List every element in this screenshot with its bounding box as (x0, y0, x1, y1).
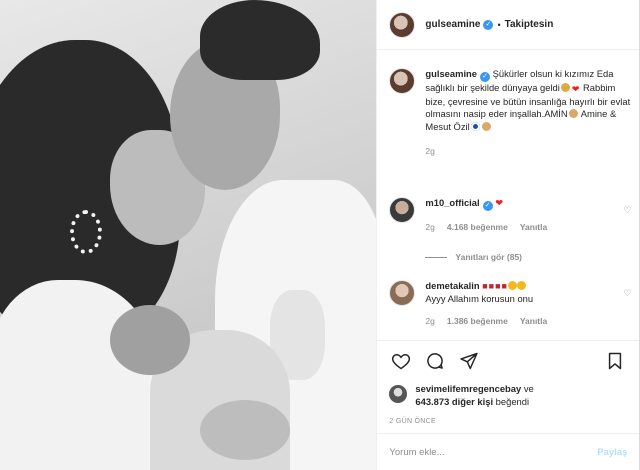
comment-likes[interactable]: 4.168 beğenme (447, 221, 508, 234)
share-icon[interactable] (457, 349, 481, 373)
reply-button[interactable]: Yanıtla (520, 221, 547, 234)
comment-likes[interactable]: 1.386 beğenme (447, 315, 508, 328)
red-heart-emoji-icon: ❤ (571, 84, 580, 94)
heart-eyes-emoji-icon (516, 281, 526, 290)
post-side-panel: gulseamine ✓ • Takiptesin gulseamine ✓ Şü… (376, 0, 640, 470)
comment-icon[interactable] (423, 349, 447, 373)
caption-time[interactable]: 2g (425, 145, 631, 158)
comment-avatar[interactable] (389, 197, 416, 223)
comment-item: demetakalin ■■■■ Ayyy Allahım korusun on… (389, 280, 631, 328)
bookmark-icon[interactable] (603, 349, 627, 373)
comment-item: m10_official ✓ ❤ 2g 4.168 beğenme Yanıtla… (389, 197, 631, 234)
header-separator: • (497, 19, 501, 30)
comment-username[interactable]: m10_official (425, 197, 479, 208)
follow-status-button[interactable]: Takiptesin (505, 19, 554, 30)
praying-hands-emoji-icon (568, 109, 578, 118)
reply-button[interactable]: Yanıtla (520, 315, 547, 328)
liker-username[interactable]: sevimelifemregencebay (415, 383, 521, 394)
post-timestamp[interactable]: 2 GÜN ÖNCE (389, 418, 627, 425)
likes-summary: sevimelifemregencebay ve 643.873 diğer k… (389, 383, 627, 408)
liker-avatar[interactable] (389, 385, 408, 403)
couple-emoji-icon (560, 83, 570, 92)
comment-avatar[interactable] (389, 280, 416, 306)
lips-emoji-icon: ■■■■ (482, 281, 508, 291)
post-header: gulseamine ✓ • Takiptesin (377, 0, 639, 50)
comment-text: Ayyy Allahım korusun onu (425, 292, 534, 304)
comment-time[interactable]: 2g (425, 315, 434, 328)
liked-by-suffix: beğendi (495, 395, 530, 407)
post-caption: gulseamine ✓ Şükürler olsun ki kızımız Ed… (389, 68, 631, 158)
evil-eye-emoji-icon (470, 121, 480, 131)
heart-icon[interactable] (389, 349, 413, 373)
verified-badge-icon: ✓ (483, 19, 494, 30)
comment-time[interactable]: 2g (425, 221, 434, 234)
verified-badge-icon: ✓ (482, 201, 493, 211)
liked-by-connector: ve (523, 383, 534, 394)
heart-eyes-emoji-icon (507, 281, 517, 290)
author-username[interactable]: gulseamine (425, 19, 480, 30)
likes-count[interactable]: 643.873 diğer kişi (415, 396, 493, 407)
caption-username[interactable]: gulseamine (425, 68, 477, 79)
post-actions: sevimelifemregencebay ve 643.873 diğer k… (377, 340, 640, 425)
add-comment-section: Paylaş (377, 433, 640, 470)
comment-heart-icon[interactable]: ♡ (623, 205, 631, 216)
comment-text: ❤ (495, 197, 504, 208)
caption-avatar[interactable] (389, 68, 416, 94)
author-avatar[interactable] (389, 11, 416, 38)
instagram-post: gulseamine ✓ • Takiptesin gulseamine ✓ Şü… (0, 0, 640, 470)
post-photo[interactable] (0, 0, 377, 470)
comment-username[interactable]: demetakalin (425, 280, 479, 291)
comment-input[interactable] (389, 446, 598, 458)
praying-hands-emoji-icon (481, 121, 491, 131)
view-replies-label: Yanıtları gör (85) (455, 252, 523, 262)
post-comment-button[interactable]: Paylaş (597, 447, 627, 458)
verified-badge-icon: ✓ (480, 72, 490, 82)
comment-heart-icon[interactable]: ♡ (623, 288, 631, 299)
view-replies-button[interactable]: Yanıtları gör (85) (425, 252, 522, 262)
